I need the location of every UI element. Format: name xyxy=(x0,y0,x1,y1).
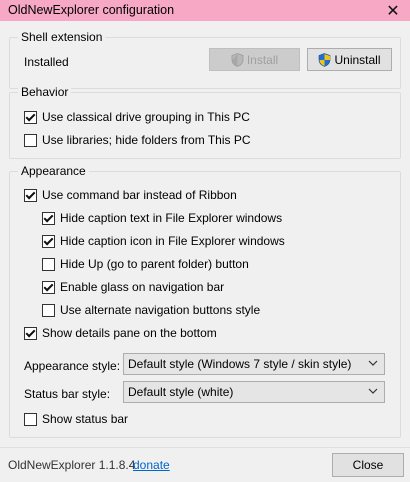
checkbox-box[interactable] xyxy=(24,110,37,124)
appearance-style-label: Appearance style: xyxy=(24,359,121,373)
checkbox-box[interactable] xyxy=(42,234,55,248)
chevron-down-icon xyxy=(368,388,378,394)
enable-glass-checkbox[interactable]: Enable glass on navigation bar xyxy=(42,280,224,294)
hide-caption-icon-checkbox[interactable]: Hide caption icon in File Explorer windo… xyxy=(42,234,285,248)
title-bar: OldNewExplorer configuration ✕ xyxy=(0,0,410,21)
checkbox-box[interactable] xyxy=(42,280,55,294)
uninstall-label: Uninstall xyxy=(334,52,381,67)
alternate-nav-buttons-checkbox[interactable]: Use alternate navigation buttons style xyxy=(42,303,260,317)
status-bar-style-label: Status bar style: xyxy=(24,387,111,401)
checkbox-box[interactable] xyxy=(42,303,55,317)
donate-link[interactable]: donate xyxy=(133,458,170,472)
checkbox-box[interactable] xyxy=(24,412,37,426)
checkbox-box[interactable] xyxy=(24,188,37,202)
checkbox-label: Hide Up (go to parent folder) button xyxy=(60,257,249,271)
show-status-bar-checkbox[interactable]: Show status bar xyxy=(24,412,128,426)
status-bar-style-select[interactable]: Default style (white) xyxy=(123,381,385,403)
command-bar-checkbox[interactable]: Use command bar instead of Ribbon xyxy=(24,188,237,202)
appearance-legend: Appearance xyxy=(18,164,89,178)
details-pane-checkbox[interactable]: Show details pane on the bottom xyxy=(24,326,217,340)
checkbox-box[interactable] xyxy=(24,133,37,147)
checkbox-label: Use classical drive grouping in This PC xyxy=(42,110,250,124)
uninstall-button[interactable]: Uninstall xyxy=(307,48,392,71)
install-label: Install xyxy=(246,52,279,67)
hide-caption-text-checkbox[interactable]: Hide caption text in File Explorer windo… xyxy=(42,211,282,225)
dialog-client: Shell extension Installed Install Uninst… xyxy=(0,21,410,447)
close-button-label: Close xyxy=(352,458,384,472)
classical-drive-grouping-checkbox[interactable]: Use classical drive grouping in This PC xyxy=(24,110,250,124)
appearance-style-select[interactable]: Default style (Windows 7 style / skin st… xyxy=(123,353,385,375)
appearance-style-value: Default style (Windows 7 style / skin st… xyxy=(128,357,352,371)
close-button[interactable]: Close xyxy=(332,453,404,477)
hide-up-button-checkbox[interactable]: Hide Up (go to parent folder) button xyxy=(42,257,249,271)
shield-icon xyxy=(231,52,244,67)
appearance-group: Appearance Use command bar instead of Ri… xyxy=(9,164,401,438)
status-bar-style-value: Default style (white) xyxy=(128,385,234,399)
checkbox-label: Use alternate navigation buttons style xyxy=(60,303,261,317)
checkbox-box[interactable] xyxy=(24,326,37,340)
checkbox-label: Use libraries; hide folders from This PC xyxy=(42,133,251,147)
window-title: OldNewExplorer configuration xyxy=(8,3,175,17)
close-icon[interactable]: ✕ xyxy=(376,0,410,21)
shell-extension-group: Shell extension Installed Install Uninst… xyxy=(9,30,401,89)
checkbox-label: Enable glass on navigation bar xyxy=(60,280,225,294)
checkbox-label: Show status bar xyxy=(42,412,129,426)
use-libraries-checkbox[interactable]: Use libraries; hide folders from This PC xyxy=(24,133,251,147)
behavior-legend: Behavior xyxy=(18,85,72,99)
behavior-group: Behavior Use classical drive grouping in… xyxy=(9,85,401,159)
chevron-down-icon xyxy=(368,360,378,366)
install-button[interactable]: Install xyxy=(209,48,300,71)
checkbox-label: Hide caption text in File Explorer windo… xyxy=(60,211,283,225)
checkbox-label: Show details pane on the bottom xyxy=(42,326,217,340)
shield-icon xyxy=(319,52,331,67)
dialog-footer: OldNewExplorer 1.1.8.4 donate Close xyxy=(0,447,410,482)
shell-extension-legend: Shell extension xyxy=(18,30,106,44)
checkbox-label: Use command bar instead of Ribbon xyxy=(42,188,237,202)
checkbox-label: Hide caption icon in File Explorer windo… xyxy=(60,234,285,248)
version-text: OldNewExplorer 1.1.8.4 xyxy=(8,458,136,472)
shell-status: Installed xyxy=(24,55,69,69)
checkbox-box[interactable] xyxy=(42,257,55,271)
checkbox-box[interactable] xyxy=(42,211,55,225)
